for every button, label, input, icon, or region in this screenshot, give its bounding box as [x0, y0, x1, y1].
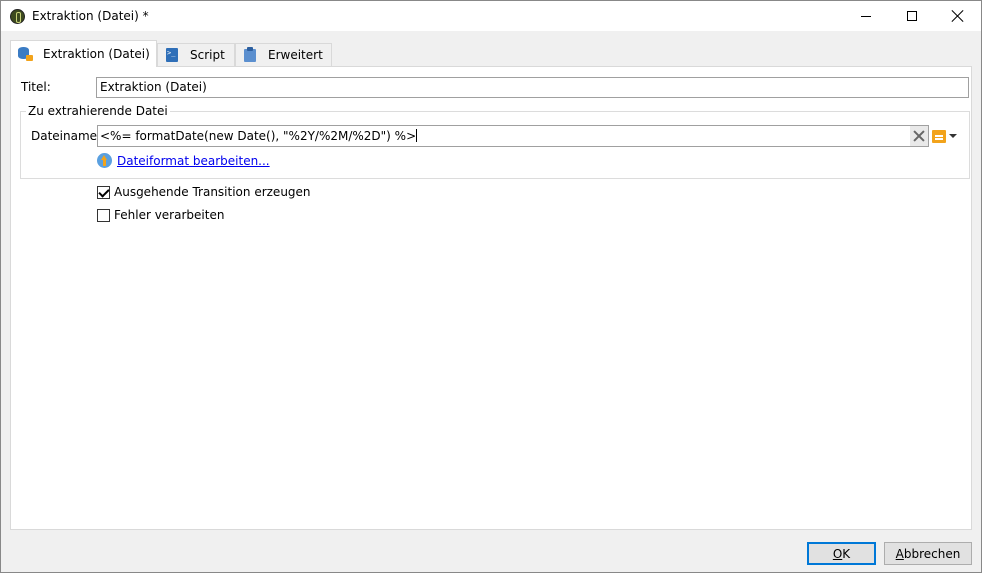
tab-panel: Titel: Extraktion (Datei) Zu extrahieren…: [10, 66, 972, 530]
title-bar[interactable]: Extraktion (Datei) *: [1, 1, 981, 31]
clipboard-icon: [242, 47, 258, 63]
app-icon: [10, 9, 25, 24]
expression-picker-button[interactable]: [932, 128, 960, 144]
checkbox-checked[interactable]: [97, 185, 110, 199]
database-icon: [17, 46, 33, 62]
minimize-icon: [861, 15, 871, 17]
file-group: Zu extrahierende Datei Dateiname: <%= fo…: [20, 104, 970, 179]
file-label: Dateiname:: [31, 129, 102, 143]
field-picker-icon: [932, 129, 946, 143]
tab-erweitert[interactable]: Erweitert: [235, 43, 332, 66]
file-format-link[interactable]: Dateiformat bearbeiten...: [117, 154, 270, 168]
ok-button[interactable]: OK: [807, 542, 876, 565]
cancel-button[interactable]: Abbrechen: [884, 542, 972, 565]
tab-extraktion[interactable]: Extraktion (Datei): [10, 40, 157, 67]
maximize-icon: [907, 11, 917, 21]
tab-label: Extraktion (Datei): [43, 47, 150, 61]
checkbox-label: Fehler verarbeiten: [114, 208, 225, 222]
checkbox-outgoing-transition[interactable]: Ausgehende Transition erzeugen: [97, 185, 311, 199]
script-icon: [164, 47, 180, 63]
tab-label: Script: [190, 48, 225, 62]
minimize-button[interactable]: [843, 1, 889, 31]
checkbox-process-errors[interactable]: Fehler verarbeiten: [97, 208, 224, 222]
ok-label-rest: K: [842, 546, 851, 561]
dialog-window: Extraktion (Datei) * Extraktion (Datei) …: [0, 0, 982, 573]
filename-input[interactable]: <%= formatDate(new Date(), "%2Y/%2M/%2D"…: [97, 125, 929, 147]
file-format-link-row[interactable]: Dateiformat bearbeiten...: [97, 153, 270, 168]
clear-button[interactable]: [910, 126, 928, 146]
ok-mnemonic: O: [832, 546, 843, 561]
cancel-mnemonic: A: [895, 546, 904, 561]
maximize-button[interactable]: [889, 1, 935, 31]
tab-script[interactable]: Script: [157, 43, 235, 66]
title-input[interactable]: Extraktion (Datei): [96, 77, 969, 98]
tab-label: Erweitert: [268, 48, 323, 62]
clear-icon: [913, 130, 925, 142]
chevron-down-icon: [949, 134, 957, 138]
close-button[interactable]: [935, 1, 981, 31]
title-label: Titel:: [21, 80, 51, 94]
group-label: Zu extrahierende Datei: [26, 104, 170, 118]
checkbox-unchecked[interactable]: [97, 208, 110, 222]
cancel-label-rest: bbrechen: [903, 546, 961, 561]
upload-icon: [97, 153, 112, 168]
text-caret: [416, 129, 418, 142]
close-icon: [952, 10, 964, 22]
filename-value: <%= formatDate(new Date(), "%2Y/%2M/%2D"…: [100, 129, 417, 143]
window-title: Extraktion (Datei) *: [32, 9, 149, 23]
checkbox-label: Ausgehende Transition erzeugen: [114, 185, 311, 199]
